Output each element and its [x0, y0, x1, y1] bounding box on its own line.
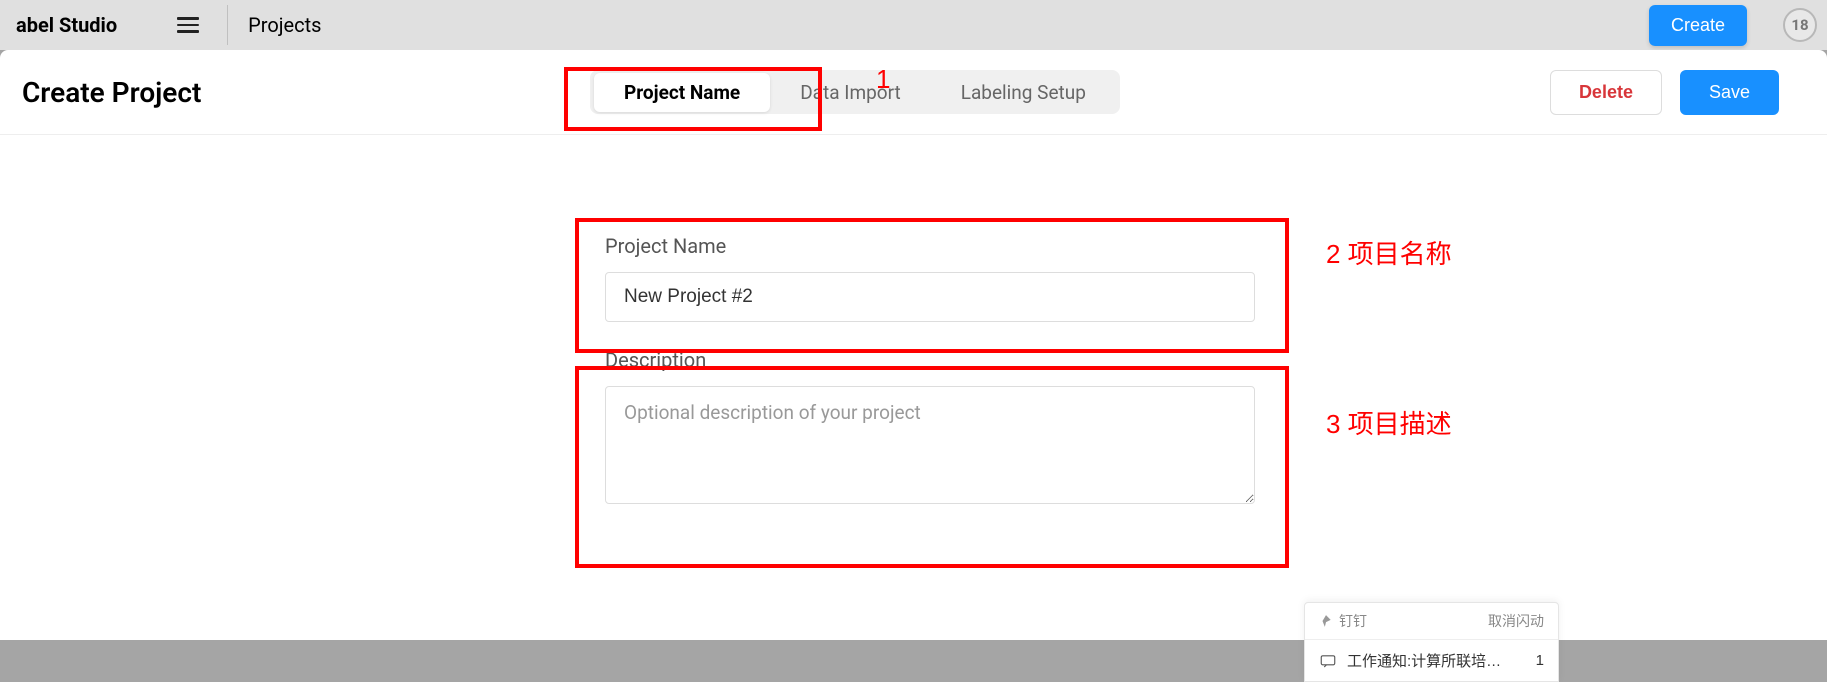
- description-label: Description: [605, 348, 1265, 372]
- app-header: abel Studio Projects Create 18: [0, 0, 1827, 50]
- project-name-input[interactable]: [605, 272, 1255, 322]
- create-project-modal: Create Project Project Name Data Import …: [0, 50, 1827, 640]
- app-brand-text: abel Studio: [16, 13, 117, 37]
- notification-message-count: 1: [1536, 652, 1544, 669]
- modal-title: Create Project: [22, 76, 201, 109]
- create-button[interactable]: Create: [1649, 5, 1747, 46]
- notification-dismiss-action[interactable]: 取消闪动: [1488, 611, 1544, 631]
- dingtalk-notification-popup[interactable]: 钉钉 取消闪动 工作通知:计算所联培… 1: [1304, 602, 1559, 682]
- annotation-label-1: 1: [876, 64, 890, 95]
- message-icon: [1319, 652, 1337, 670]
- delete-button[interactable]: Delete: [1550, 70, 1662, 115]
- notification-count-badge[interactable]: 18: [1783, 8, 1817, 42]
- description-textarea[interactable]: [605, 386, 1255, 504]
- modal-header: Create Project Project Name Data Import …: [0, 50, 1827, 135]
- notification-body[interactable]: 工作通知:计算所联培… 1: [1305, 640, 1558, 681]
- notification-brand-text: 钉钉: [1339, 611, 1367, 631]
- modal-header-actions: Delete Save: [1550, 70, 1779, 115]
- notification-brand: 钉钉: [1319, 611, 1367, 631]
- form-container: Project Name Description: [575, 218, 1295, 524]
- description-field-group: Description: [605, 348, 1265, 508]
- save-button[interactable]: Save: [1680, 70, 1779, 115]
- notification-header: 钉钉 取消闪动: [1305, 603, 1558, 640]
- project-name-field-group: Project Name: [605, 234, 1265, 322]
- header-divider: [227, 5, 228, 45]
- tab-labeling-setup[interactable]: Labeling Setup: [931, 73, 1116, 112]
- modal-tab-strip: Project Name Data Import Labeling Setup: [590, 70, 1120, 114]
- breadcrumb[interactable]: Projects: [248, 13, 321, 37]
- project-name-label: Project Name: [605, 234, 1265, 258]
- annotation-label-2: 2 项目名称: [1326, 234, 1452, 271]
- annotation-label-3: 3 项目描述: [1326, 404, 1452, 441]
- notification-message: 工作通知:计算所联培…: [1347, 650, 1520, 671]
- hamburger-icon[interactable]: [177, 17, 199, 33]
- tab-project-name[interactable]: Project Name: [594, 73, 770, 112]
- tab-data-import[interactable]: Data Import: [770, 73, 931, 112]
- dingtalk-icon: [1319, 614, 1333, 628]
